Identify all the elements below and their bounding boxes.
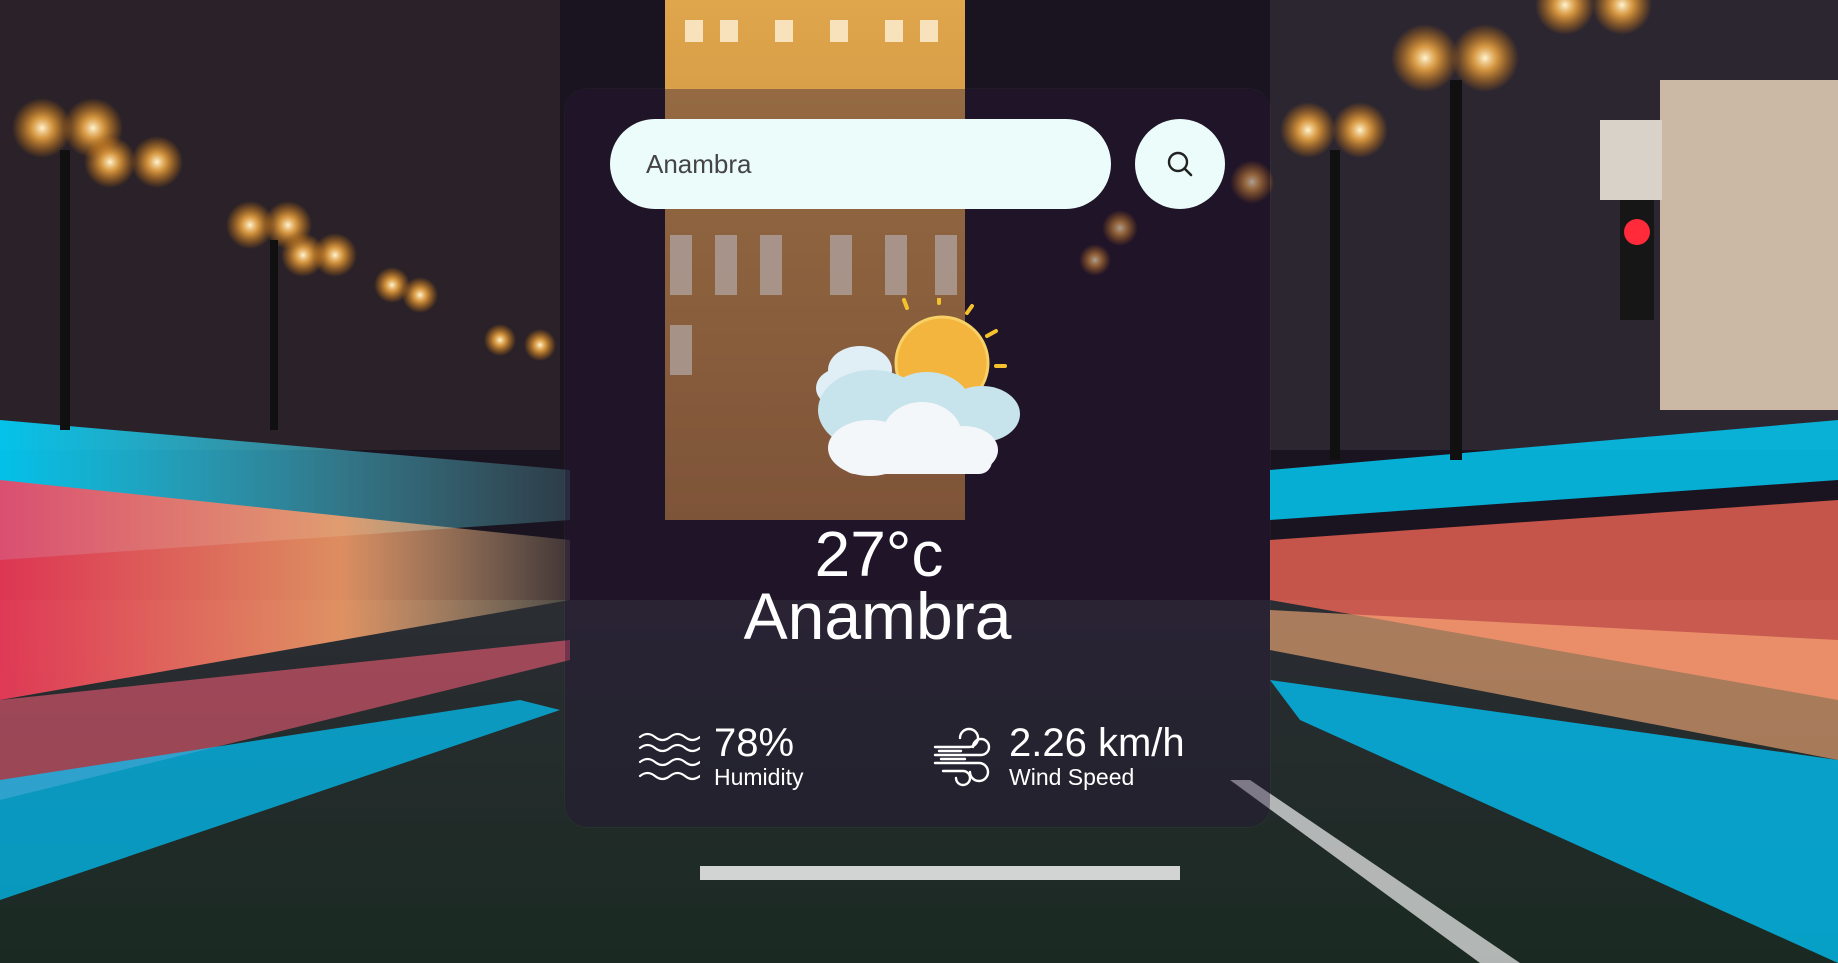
wind-value: 2.26 km/h [1009,721,1185,765]
city-name-display: Anambra [0,578,1838,654]
humidity-waves-icon [638,732,700,781]
city-search-input[interactable] [610,119,1111,209]
wind-icon [933,727,991,787]
app-background: 27°c Anambra 78% Humidity [0,0,1838,963]
humidity-value: 78% [714,721,795,765]
search-button[interactable] [1135,119,1225,209]
wind-label: Wind Speed [1009,764,1135,790]
city-name: Anambra [743,579,1012,653]
humidity-label: Humidity [714,764,804,790]
wind-stat: 2.26 km/h Wind Speed [933,722,1185,790]
search-icon [1167,151,1193,177]
humidity-stat: 78% Humidity [638,722,803,790]
sun-behind-clouds-icon [816,298,1020,476]
